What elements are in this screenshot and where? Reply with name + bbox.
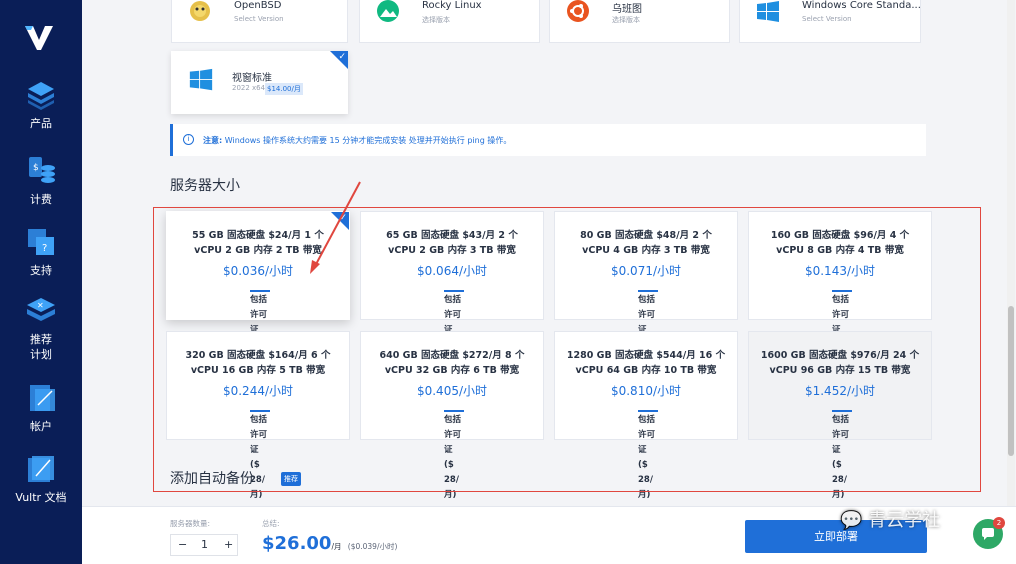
watermark-text: 青云学社 xyxy=(868,510,941,531)
sidebar-item-products[interactable]: 产品 xyxy=(0,78,82,131)
sidebar-item-docs[interactable]: Vultr 文档 xyxy=(0,452,82,505)
referral-icon: ✕ xyxy=(27,298,55,321)
os-name: 乌班图 xyxy=(612,4,642,15)
sidebar-item-support[interactable]: ? 支持 xyxy=(0,225,82,278)
total-unit: /月 xyxy=(331,542,342,551)
notice-label: 注意: xyxy=(203,136,223,145)
os-name: Windows Core Standa... xyxy=(802,0,921,11)
annotation-arrow-icon xyxy=(310,181,361,274)
plus-button[interactable]: + xyxy=(224,538,233,551)
minus-button[interactable]: − xyxy=(178,538,187,551)
openbsd-icon xyxy=(190,1,210,21)
os-card-openbsd[interactable]: OpenBSD Select Version xyxy=(171,0,348,43)
account-icon xyxy=(30,385,55,411)
coins-icon: $ xyxy=(29,157,55,183)
wechat-icon: 💬 xyxy=(840,510,863,531)
quantity-label: 服务器数量: xyxy=(170,519,211,528)
sidebar-item-label: 产品 xyxy=(30,117,52,130)
os-card-rocky-linux[interactable]: Rocky Linux 选择版本 xyxy=(359,0,540,43)
os-version: 2022 x64 xyxy=(232,84,266,92)
total-amount: $26.00 xyxy=(262,533,332,554)
docs-icon xyxy=(28,456,54,482)
highlight-frame xyxy=(153,207,981,492)
notification-badge: 2 xyxy=(993,517,1005,529)
quantity-stepper[interactable]: − 1 + xyxy=(170,534,238,556)
vultr-logo[interactable] xyxy=(25,24,53,50)
stack-icon xyxy=(28,82,54,110)
os-card-windows-standard[interactable]: 视窗标准 2022 x64 $14.00/月 ✓ xyxy=(171,51,348,114)
svg-text:$: $ xyxy=(33,163,39,173)
svg-text:?: ? xyxy=(42,243,47,254)
watermark: 💬 青云学社 xyxy=(840,506,940,532)
notice-text: 注意: Windows 操作系统大约需要 15 分钟才能完成安装 处理并开始执行… xyxy=(203,135,511,146)
os-card-ubuntu[interactable]: 乌班图 选择版本 xyxy=(549,0,730,43)
windows-icon xyxy=(189,68,213,91)
sidebar-item-label: Vultr 文档 xyxy=(15,491,67,504)
scrollbar[interactable] xyxy=(1007,0,1015,564)
backup-title: 添加自动备份 xyxy=(170,471,254,487)
notice-body: Windows 操作系统大约需要 15 分钟才能完成安装 处理并开始执行 pin… xyxy=(224,136,512,145)
quantity-value[interactable]: 1 xyxy=(201,538,208,551)
sidebar: 产品 $ 计费 ? 支持 ✕ 推荐 计划 帐户 Vultr 文档 xyxy=(0,0,82,564)
total-price: $26.00/月 ($0.039/小时) xyxy=(262,533,397,554)
sidebar-item-account[interactable]: 帐户 xyxy=(0,381,82,434)
chat-icon xyxy=(982,528,994,540)
recommended-badge: 推荐 xyxy=(281,472,301,486)
ubuntu-icon xyxy=(567,0,589,22)
support-icon: ? xyxy=(28,229,54,255)
os-name: 视窗标准 xyxy=(232,73,272,84)
server-size-title: 服务器大小 xyxy=(170,178,240,194)
sidebar-item-label: 推荐 计划 xyxy=(30,333,52,361)
info-icon: i xyxy=(183,134,194,145)
os-name: OpenBSD xyxy=(234,0,282,11)
total-hourly: ($0.039/小时) xyxy=(347,542,398,551)
os-name: Rocky Linux xyxy=(422,0,482,11)
main-content: OpenBSD Select Version Rocky Linux 选择版本 … xyxy=(82,0,1016,564)
price-tag: $14.00/月 xyxy=(265,83,303,95)
os-card-windows-core[interactable]: Windows Core Standa... Select Version xyxy=(739,0,921,43)
sidebar-item-label: 支持 xyxy=(30,264,52,277)
scrollbar-thumb[interactable] xyxy=(1008,306,1014,456)
windows-icon xyxy=(757,1,779,22)
sidebar-item-label: 帐户 xyxy=(30,420,52,433)
sidebar-item-label: 计费 xyxy=(30,193,52,206)
os-version-select[interactable]: 选择版本 xyxy=(612,15,640,25)
sidebar-item-billing[interactable]: $ 计费 xyxy=(0,154,82,207)
os-version-select[interactable]: Select Version xyxy=(234,15,284,23)
check-icon: ✓ xyxy=(338,52,346,62)
install-notice: i 注意: Windows 操作系统大约需要 15 分钟才能完成安装 处理并开始… xyxy=(170,124,926,156)
sidebar-item-referral[interactable]: ✕ 推荐 计划 xyxy=(0,294,82,362)
os-version-select[interactable]: Select Version xyxy=(802,15,852,23)
svg-text:✕: ✕ xyxy=(37,301,44,310)
os-version-select[interactable]: 选择版本 xyxy=(422,15,450,25)
total-label: 总结: xyxy=(262,519,280,528)
rocky-linux-icon xyxy=(377,0,399,22)
